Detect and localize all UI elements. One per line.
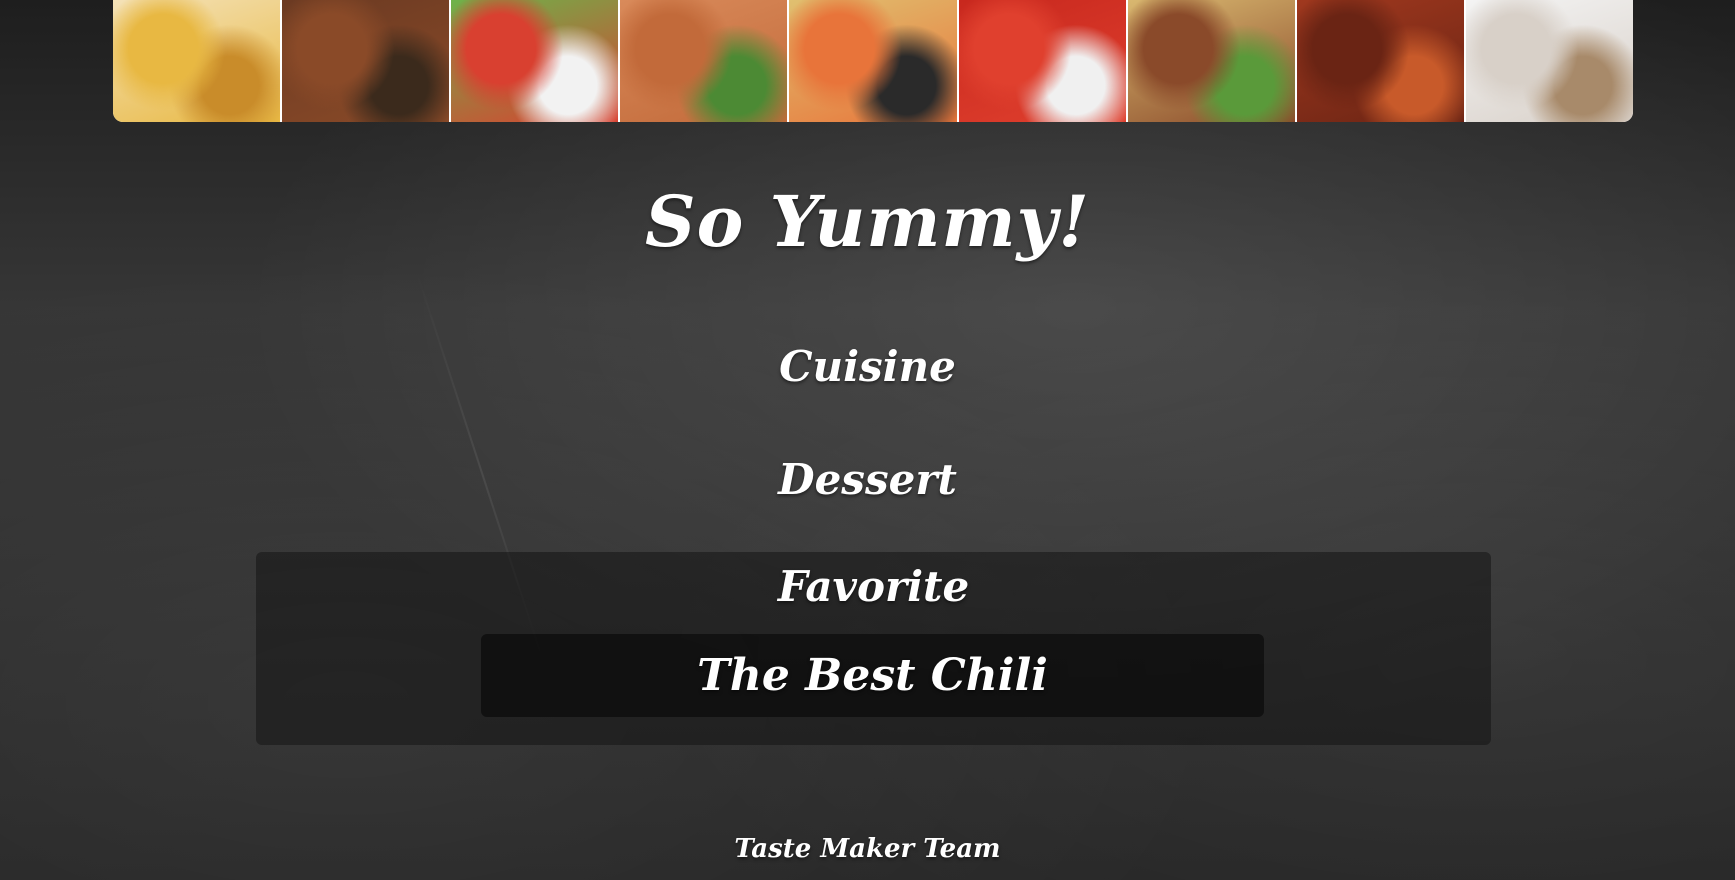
favorite-recipe-item[interactable]: The Best Chili bbox=[481, 634, 1264, 717]
nav-dessert-link[interactable]: Dessert bbox=[0, 455, 1735, 504]
coffee-photo bbox=[1465, 0, 1633, 122]
salmon-photo bbox=[620, 0, 788, 122]
fries-photo bbox=[113, 0, 281, 122]
footer-credit: Taste Maker Team bbox=[734, 834, 1001, 864]
nav-cuisine-link[interactable]: Cuisine bbox=[0, 342, 1735, 391]
food-banner bbox=[113, 0, 1633, 122]
shrimp-pasta-photo bbox=[789, 0, 957, 122]
salad-photo bbox=[451, 0, 619, 122]
favorite-panel: Favorite The Best Chili bbox=[256, 552, 1491, 745]
steak-photo bbox=[282, 0, 450, 122]
spaghetti-photo bbox=[958, 0, 1126, 122]
page-title: So Yummy! bbox=[645, 180, 1090, 263]
grilled-chicken-photo bbox=[1296, 0, 1464, 122]
burrito-photo bbox=[1127, 0, 1295, 122]
nav-favorite-link[interactable]: Favorite bbox=[256, 562, 1491, 611]
